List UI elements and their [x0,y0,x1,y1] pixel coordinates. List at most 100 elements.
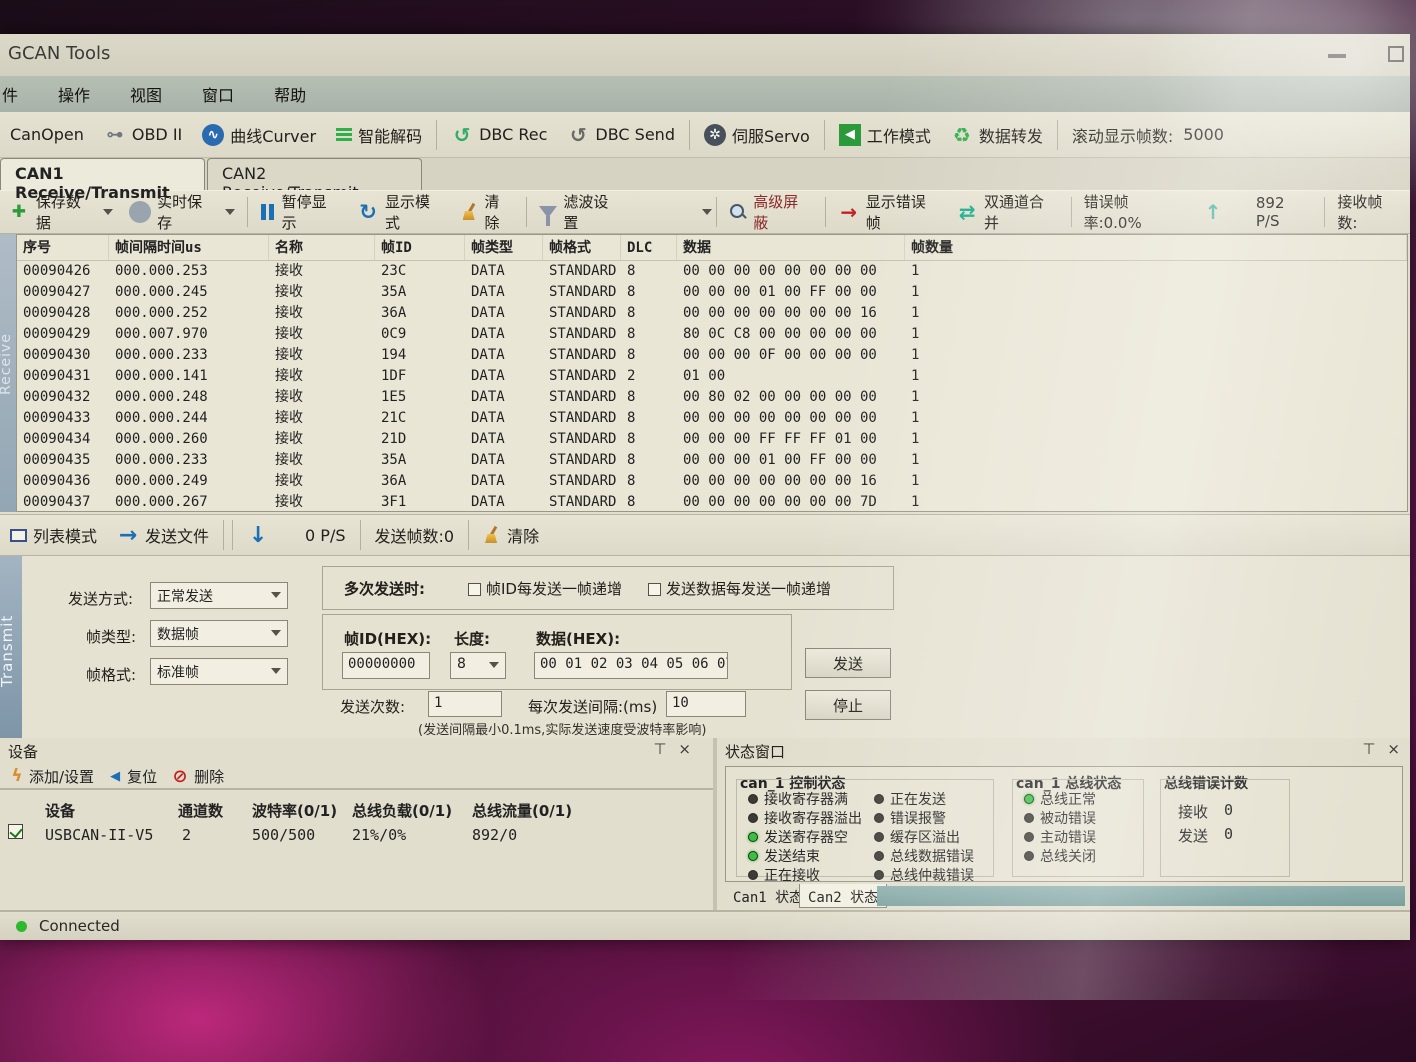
table-row[interactable]: 00090428 000.000.252 接收 36A DATA STANDAR… [17,303,1407,324]
canopen-button[interactable]: CanOpen [0,112,94,157]
table-row[interactable]: 00090431 000.000.141 接收 1DF DATA STANDAR… [17,366,1407,387]
work-mode-button[interactable]: ◀ 工作模式 [829,112,941,157]
filter-settings-button[interactable]: 滤波设置 [531,191,630,233]
send-times-input[interactable]: 1 [428,691,502,717]
frame-id-increment-checkbox[interactable]: 帧ID每发送一帧递增 [468,578,622,599]
table-row[interactable]: 00090432 000.000.248 接收 1E5 DATA STANDAR… [17,387,1407,408]
receive-side-tab[interactable]: Receive [0,234,16,512]
table-row[interactable]: 00090437 000.000.267 接收 3F1 DATA STANDAR… [17,492,1407,513]
chevron-down-icon [489,662,499,668]
busflow-col-header[interactable]: 总线流量(0/1) [472,800,572,821]
smart-decode-button[interactable]: 智能解码 [326,112,432,157]
connection-status-icon [16,921,27,932]
clear-transmit-button[interactable]: 清除 [473,515,549,555]
add-setup-button[interactable]: ϟ 添加/设置 [10,764,94,788]
send-interval-input[interactable]: 10 [666,691,746,717]
checkbox-icon [468,583,481,596]
menu-item-view[interactable]: 视图 [130,82,162,106]
funnel-icon [539,206,557,218]
device-col-header[interactable]: 设备 [45,800,75,821]
col-data[interactable]: 数据 [677,235,905,260]
chevron-down-icon[interactable] [225,209,235,215]
frame-type-select[interactable]: 数据帧 [150,620,288,647]
servo-button[interactable]: ✲ 伺服Servo [694,112,820,157]
send-mode-label: 发送方式: [68,588,133,609]
cell-frame-format: STANDARD [543,282,621,303]
maximize-icon[interactable] [1388,46,1404,62]
send-button[interactable]: 发送 [805,648,891,678]
dbc-send-label: DBC Send [595,125,675,144]
send-file-button[interactable]: → 发送文件 [107,515,219,555]
col-name[interactable]: 名称 [269,235,375,260]
table-row[interactable]: 00090436 000.000.249 接收 36A DATA STANDAR… [17,471,1407,492]
table-row[interactable]: 00090427 000.000.245 接收 35A DATA STANDAR… [17,282,1407,303]
pause-display-button[interactable]: 暂停显示 [252,191,350,233]
show-error-label: 显示错误帧 [866,191,941,233]
delete-button[interactable]: ⊘ 删除 [171,764,224,788]
transmit-toolbar: 列表模式 → 发送文件 ↓ 0 P/S 发送帧数:0 清除 [0,514,1410,556]
pin-icon[interactable]: ⊤ [653,740,666,758]
scroll-frames-value[interactable]: 5000 [1183,112,1234,157]
menu-item-operate[interactable]: 操作 [58,82,90,106]
col-frame-type[interactable]: 帧类型 [465,235,543,260]
scroll-frames-caption: 滚动显示帧数: [1072,123,1173,147]
table-row[interactable]: 00090434 000.000.260 接收 21D DATA STANDAR… [17,429,1407,450]
display-mode-button[interactable]: ↻ 显示模式 [349,191,452,233]
close-icon[interactable]: × [678,740,691,758]
obd-button[interactable]: ⊶ OBD II [94,112,192,157]
data-forward-button[interactable]: ♻ 数据转发 [941,112,1053,157]
channels-col-header[interactable]: 通道数 [178,800,223,821]
col-frame-id[interactable]: 帧ID [375,235,465,260]
send-mode-select[interactable]: 正常发送 [150,582,288,609]
table-row[interactable]: 00090426 000.000.253 接收 23C DATA STANDAR… [17,261,1407,282]
menu-item-window[interactable]: 窗口 [202,82,234,106]
cell-name: 接收 [269,345,375,366]
clear-receive-button[interactable]: 清除 [453,191,523,233]
close-icon[interactable]: × [1387,740,1400,758]
cell-dlc: 2 [621,366,677,387]
col-frame-format[interactable]: 帧格式 [543,235,621,260]
tab-can1[interactable]: CAN1 Receive/Transmit [0,158,205,190]
chevron-down-icon[interactable] [103,209,113,215]
cell-interval: 000.007.970 [109,324,269,345]
table-row[interactable]: 00090430 000.000.233 接收 194 DATA STANDAR… [17,345,1407,366]
col-dlc[interactable]: DLC [621,235,677,260]
dbc-send-button[interactable]: ↺ DBC Send [557,112,685,157]
advanced-mask-button[interactable]: 高级屏蔽 [721,191,820,233]
col-frame-count[interactable]: 帧数量 [905,235,1407,260]
pin-icon[interactable]: ⊤ [1362,740,1375,758]
menu-item-file[interactable]: 件 [2,82,18,106]
frame-format-label: 帧格式: [86,664,136,685]
show-error-frames-button[interactable]: → 显示错误帧 [830,191,948,233]
data-increment-checkbox[interactable]: 发送数据每发送一帧递增 [648,578,831,599]
dbc-rec-button[interactable]: ↺ DBC Rec [441,112,557,157]
table-row[interactable]: 00090433 000.000.244 接收 21C DATA STANDAR… [17,408,1407,429]
busload-col-header[interactable]: 总线负载(0/1) [352,800,452,821]
tab-can2-status[interactable]: Can2 状态 [799,884,887,908]
chevron-down-icon[interactable] [702,209,712,215]
frame-format-select[interactable]: 标准帧 [150,658,288,685]
curve-button[interactable]: ∿ 曲线Curver [192,112,326,157]
merge-channels-button[interactable]: ⇄ 双通道合并 [948,191,1066,233]
frame-id-input[interactable]: 00000000 [342,652,430,679]
device-checkbox[interactable] [8,824,23,839]
transmit-side-tab[interactable]: Transmit [0,556,22,738]
tab-can2[interactable]: CAN2 Receive/Transmit [207,158,422,190]
minimize-icon[interactable] [1328,54,1346,58]
length-select[interactable]: 8 [450,652,506,679]
data-hex-input[interactable]: 00 01 02 03 04 05 06 07 [534,652,728,679]
col-interval[interactable]: 帧间隔时间us [109,235,269,260]
led-error-alarm: 错误报警 [874,808,946,828]
col-seq[interactable]: 序号 [17,235,109,260]
menu-item-help[interactable]: 帮助 [274,82,306,106]
table-row[interactable]: 00090429 000.007.970 接收 0C9 DATA STANDAR… [17,324,1407,345]
cell-frame-id: 1DF [375,366,465,387]
table-row[interactable]: 00090435 000.000.233 接收 35A DATA STANDAR… [17,450,1407,471]
reset-button[interactable]: ◀ 复位 [108,764,157,788]
stop-button[interactable]: 停止 [805,690,891,720]
device-name[interactable]: USBCAN-II-V5 [45,826,153,844]
menu-bar: 件 操作 视图 窗口 帮助 [0,76,1410,112]
list-mode-button[interactable]: 列表模式 [0,515,107,555]
status-content-box: can_1 控制状态 接收寄存器满 接收寄存器溢出 发送寄存器空 发送结束 正在… [725,766,1403,882]
baud-col-header[interactable]: 波特率(0/1) [252,800,337,821]
